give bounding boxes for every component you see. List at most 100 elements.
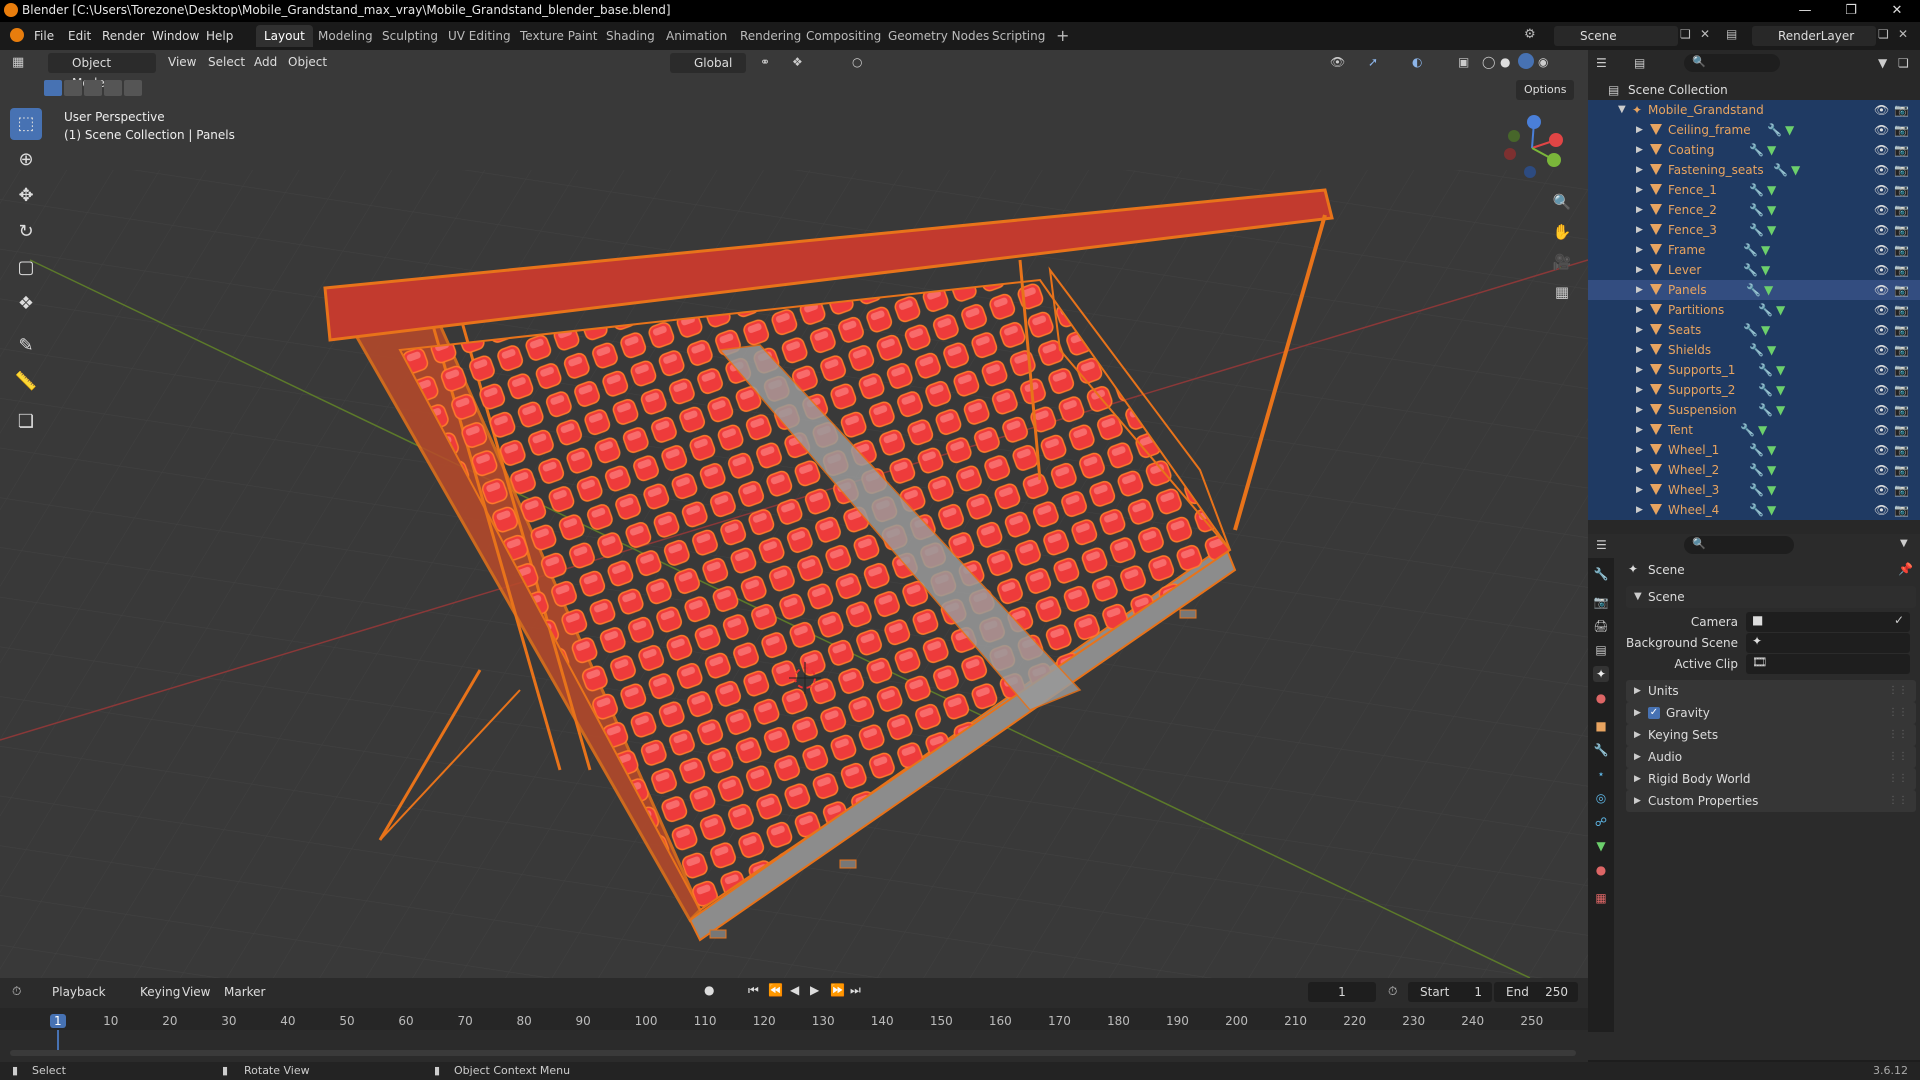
next-keyframe-icon[interactable]: ⏩ (830, 983, 845, 997)
texture-tab-icon[interactable]: ▦ (1593, 890, 1609, 906)
outliner-row-seats[interactable]: ▶ Seats 🔧 ▼ 👁 📷 (1588, 320, 1920, 340)
scene-section-header[interactable]: ▼ Scene (1626, 586, 1916, 608)
select-box-tool-icon[interactable]: ⬚ (10, 108, 42, 140)
expand-arrow-icon[interactable]: ▶ (1636, 160, 1643, 180)
drag-handle-icon[interactable]: ⋮⋮ (1888, 702, 1908, 724)
render-camera-icon[interactable]: 📷 (1894, 340, 1909, 360)
modifier-wrench-icon[interactable]: 🔧 (1749, 440, 1764, 460)
visibility-eye-icon[interactable]: 👁 (1874, 480, 1889, 500)
scene-name-field[interactable]: Scene (1554, 26, 1678, 46)
render-camera-icon[interactable]: 📷 (1894, 400, 1909, 420)
modifier-wrench-icon[interactable]: 🔧 (1749, 460, 1764, 480)
pivot-icon[interactable]: ⚭ (760, 55, 770, 69)
background-scene-field[interactable]: ✦ (1746, 633, 1910, 653)
panel-rigid-body-world[interactable]: ▶ Rigid Body World ⋮⋮ (1626, 768, 1916, 790)
visibility-eye-icon[interactable]: 👁 (1874, 400, 1889, 420)
modifier-wrench-icon[interactable]: 🔧 (1743, 240, 1758, 260)
render-camera-icon[interactable]: 📷 (1894, 200, 1909, 220)
visibility-eye-icon[interactable]: 👁 (1874, 260, 1889, 280)
visibility-eye-icon[interactable]: 👁 (1874, 140, 1889, 160)
preview-range-icon[interactable]: ⏱ (1388, 984, 1397, 999)
expand-arrow-icon[interactable]: ▶ (1636, 140, 1643, 160)
render-camera-icon[interactable]: 📷 (1894, 140, 1909, 160)
render-camera-icon[interactable]: 📷 (1894, 380, 1909, 400)
rotate-tool-icon[interactable]: ↻ (10, 216, 42, 248)
modifier-wrench-icon[interactable]: 🔧 (1749, 500, 1764, 520)
viewport-menu-select[interactable]: Select (208, 55, 245, 69)
tab-geometry-nodes[interactable]: Geometry Nodes (880, 25, 997, 47)
expand-arrow-icon[interactable]: ▼ (1618, 100, 1626, 120)
render-camera-icon[interactable]: 📷 (1894, 240, 1909, 260)
menu-help[interactable]: Help (206, 29, 233, 43)
expand-arrow-icon[interactable]: ▶ (1636, 200, 1643, 220)
properties-editor-icon[interactable]: ☰ (1596, 538, 1607, 552)
panel-gravity[interactable]: ▶ ✓ Gravity ⋮⋮ (1626, 702, 1916, 724)
expand-arrow-icon[interactable]: ▶ (1636, 260, 1643, 280)
visibility-eye-icon[interactable]: 👁 (1874, 360, 1889, 380)
mesh-data-icon[interactable]: ▼ (1791, 160, 1800, 180)
drag-handle-icon[interactable]: ⋮⋮ (1888, 790, 1908, 812)
prev-keyframe-icon[interactable]: ⏪ (768, 983, 783, 997)
jump-end-icon[interactable]: ⏭ (850, 983, 861, 998)
visibility-eye-icon[interactable]: 👁 (1874, 420, 1889, 440)
ortho-grid-icon[interactable]: ▦ (1548, 278, 1576, 306)
mesh-data-icon[interactable]: ▼ (1776, 300, 1785, 320)
orientation-dropdown[interactable]: Global (670, 53, 746, 73)
visibility-eye-icon[interactable]: 👁 (1874, 240, 1889, 260)
tab-modeling[interactable]: Modeling (310, 25, 381, 47)
physics-tab-icon[interactable]: ◎ (1593, 790, 1609, 806)
gravity-checkbox[interactable]: ✓ (1648, 707, 1660, 719)
render-camera-icon[interactable]: 📷 (1894, 420, 1909, 440)
outliner-row-fastening-seats[interactable]: ▶ Fastening_seats 🔧 ▼ 👁 📷 (1588, 160, 1920, 180)
zoom-icon[interactable]: 🔍 (1548, 188, 1576, 216)
scene-collection-row[interactable]: ▤ Scene Collection (1588, 80, 1920, 100)
tab-shading[interactable]: Shading (598, 25, 663, 47)
expand-arrow-icon[interactable]: ▶ (1636, 440, 1643, 460)
expand-arrow-icon[interactable]: ▶ (1636, 120, 1643, 140)
modifier-wrench-icon[interactable]: 🔧 (1749, 140, 1764, 160)
visibility-eye-icon[interactable]: 👁 (1874, 340, 1889, 360)
outliner-row-fence-2[interactable]: ▶ Fence_2 🔧 ▼ 👁 📷 (1588, 200, 1920, 220)
eyedropper-icon[interactable]: ✓ (1894, 613, 1904, 627)
drag-handle-icon[interactable]: ⋮⋮ (1888, 746, 1908, 768)
xray-icon[interactable]: ▣ (1458, 55, 1469, 69)
modifier-wrench-icon[interactable]: 🔧 (1746, 280, 1761, 300)
outliner-row-suspension[interactable]: ▶ Suspension 🔧 ▼ 👁 📷 (1588, 400, 1920, 420)
render-camera-icon[interactable]: 📷 (1894, 160, 1909, 180)
visibility-eye-icon[interactable]: 👁 (1874, 120, 1889, 140)
expand-arrow-icon[interactable]: ▶ (1636, 280, 1643, 300)
cursor-tool-icon[interactable]: ⊕ (10, 144, 42, 176)
mesh-data-icon[interactable]: ▼ (1767, 180, 1776, 200)
outliner-row-lever[interactable]: ▶ Lever 🔧 ▼ 👁 📷 (1588, 260, 1920, 280)
end-frame-field[interactable]: End 250 (1494, 982, 1578, 1002)
mesh-data-icon[interactable]: ▼ (1767, 440, 1776, 460)
timeline-menu-playback[interactable]: Playback (52, 985, 106, 999)
tab-scripting[interactable]: Scripting (984, 25, 1053, 47)
overlays-icon[interactable]: ◐ (1412, 55, 1422, 69)
jump-start-icon[interactable]: ⏮ (748, 983, 759, 998)
mesh-data-icon[interactable]: ▼ (1761, 260, 1770, 280)
world-tab-icon[interactable]: ● (1593, 690, 1609, 706)
properties-search-input[interactable]: 🔍 (1684, 536, 1794, 554)
panel-audio[interactable]: ▶ Audio ⋮⋮ (1626, 746, 1916, 768)
gizmo-icon[interactable]: ➚ (1368, 55, 1378, 69)
tab-texture-paint[interactable]: Texture Paint (512, 25, 605, 47)
solid-shading-icon[interactable]: ● (1500, 55, 1510, 69)
move-tool-icon[interactable]: ✥ (10, 180, 42, 212)
drag-handle-icon[interactable]: ⋮⋮ (1888, 724, 1908, 746)
timeline-scrollbar[interactable] (10, 1050, 1576, 1056)
object-tab-icon[interactable]: ■ (1593, 718, 1609, 734)
new-layer-icon[interactable]: ❏ (1878, 27, 1889, 41)
3d-viewport[interactable]: ▦ Object Mode View Select Add Object Glo… (0, 50, 1588, 978)
render-camera-icon[interactable]: 📷 (1894, 360, 1909, 380)
mesh-data-icon[interactable]: ▼ (1764, 280, 1773, 300)
rendered-shading-icon[interactable]: ◉ (1538, 55, 1548, 69)
mesh-data-icon[interactable]: ▼ (1767, 340, 1776, 360)
mesh-data-icon[interactable]: ▼ (1776, 380, 1785, 400)
add-cube-tool-icon[interactable]: ❏ (10, 406, 42, 438)
modifier-tab-icon[interactable]: 🔧 (1593, 742, 1609, 758)
outliner-search-input[interactable]: 🔍 (1684, 54, 1780, 72)
tab-layout[interactable]: Layout (256, 25, 313, 47)
editor-type-icon[interactable]: ▦ (12, 55, 24, 70)
render-camera-icon[interactable]: 📷 (1894, 440, 1909, 460)
